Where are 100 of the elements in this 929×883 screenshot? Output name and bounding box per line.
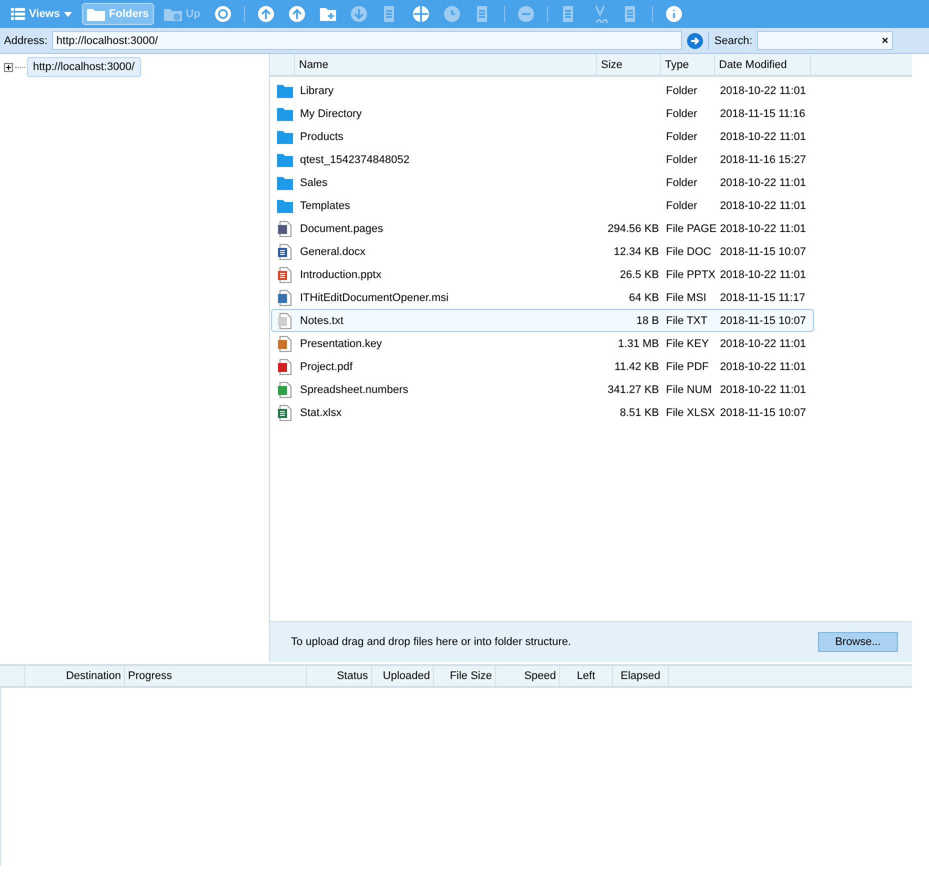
file-name: Project.pdf	[299, 360, 354, 372]
file-type: File MSI	[665, 292, 708, 304]
clear-search-button[interactable]: ×	[878, 34, 892, 46]
column-header[interactable]: Status	[307, 666, 372, 686]
file-name: Templates	[299, 200, 352, 212]
file-modified: 2018-11-16 15:27	[719, 154, 808, 166]
file-type: Folder	[665, 108, 698, 120]
file-modified: 2018-11-15 10:07	[719, 246, 808, 258]
file-modified: 2018-10-22 11:01	[719, 200, 808, 212]
file-icon	[276, 266, 292, 282]
file-size: 18 B	[636, 314, 659, 326]
file-row[interactable]: Presentation.key 1.31 MB File KEY 2018-10-22 11:01	[271, 332, 814, 355]
browse-button[interactable]: Browse...	[818, 632, 898, 652]
file-type: Folder	[665, 176, 698, 188]
expand-icon[interactable]	[4, 62, 13, 72]
address-field[interactable]: http://localhost:3000/	[52, 31, 682, 50]
file-icon	[276, 358, 292, 374]
folder-icon	[276, 106, 292, 120]
file-type: Folder	[665, 200, 698, 212]
file-icon	[276, 336, 292, 352]
file-row[interactable]: Library Folder 2018-10-22 11:01	[271, 79, 814, 102]
file-row[interactable]: Spreadsheet.numbers 341.27 KB File NUM 2018-10-22 11:01	[271, 378, 814, 401]
file-type: File TXT	[665, 314, 708, 326]
file-name: Introduction.pptx	[299, 268, 382, 280]
column-header[interactable]: Elapsed	[613, 666, 669, 686]
file-modified: 2018-10-22 11:01	[719, 84, 808, 96]
folder-icon	[276, 84, 292, 98]
file-type: File PPTX	[665, 268, 717, 280]
file-icon	[276, 312, 292, 328]
file-modified: 2018-10-22 11:01	[719, 384, 808, 396]
folder-icon	[276, 152, 292, 166]
file-type: Folder	[665, 84, 698, 96]
file-row[interactable]: Products Folder 2018-10-22 11:01	[271, 125, 814, 148]
file-size: 341.27 KB	[608, 384, 659, 396]
file-type: File DOC	[665, 246, 712, 258]
file-size: 11.42 KB	[614, 360, 659, 372]
file-icon	[276, 220, 292, 236]
column-header[interactable]: Date Modified	[715, 54, 811, 75]
file-name: Document.pages	[299, 222, 384, 234]
file-name: Spreadsheet.numbers	[299, 384, 410, 396]
search-label: Search:	[714, 34, 752, 46]
file-modified: 2018-11-15 10:07	[719, 314, 808, 326]
file-name: General.docx	[299, 246, 366, 258]
file-row[interactable]: Sales Folder 2018-10-22 11:01	[271, 171, 814, 194]
file-row[interactable]: My Directory Folder 2018-11-15 11:16	[271, 102, 814, 125]
folder-icon	[276, 130, 292, 144]
file-modified: 2018-10-22 11:01	[719, 360, 808, 372]
file-name: Notes.txt	[299, 314, 344, 326]
file-size: 26.5 KB	[620, 268, 659, 280]
file-modified: 2018-11-15 10:07	[719, 406, 808, 418]
file-name: Sales	[299, 176, 329, 188]
file-row[interactable]: Stat.xlsx 8.51 KB File XLSX 2018-11-15 10:07	[271, 401, 814, 424]
file-name: ITHitEditDocumentOpener.msi	[299, 292, 450, 304]
file-row[interactable]: Introduction.pptx 26.5 KB File PPTX 2018-10-22 11:01	[271, 263, 814, 286]
file-type: File NUM	[665, 384, 713, 396]
file-modified: 2018-11-15 11:17	[719, 292, 806, 304]
file-modified: 2018-10-22 11:01	[719, 338, 808, 350]
file-row[interactable]: Templates Folder 2018-10-22 11:01	[271, 194, 814, 217]
file-icon	[276, 290, 292, 306]
file-row[interactable]: ITHitEditDocumentOpener.msi 64 KB File MSI 2018-11-15 11:17	[271, 286, 814, 309]
column-header[interactable]: Type	[661, 54, 715, 75]
file-name: Stat.xlsx	[299, 406, 343, 418]
file-modified: 2018-10-22 11:01	[719, 268, 808, 280]
file-icon	[276, 244, 292, 260]
selected-row[interactable]: Notes.txt 18 B File TXT 2018-11-15 10:07	[271, 309, 814, 332]
file-type: File PDF	[665, 360, 710, 372]
file-type: Folder	[665, 154, 698, 166]
file-size: 294.56 KB	[608, 222, 659, 234]
column-header[interactable]: File Size	[434, 666, 496, 686]
file-modified: 2018-11-15 11:16	[719, 108, 806, 120]
file-modified: 2018-10-22 11:01	[719, 130, 808, 142]
list-icon	[11, 8, 25, 20]
column-header[interactable]: Progress	[125, 666, 307, 686]
column-header[interactable]: Size	[597, 54, 661, 75]
file-row[interactable]: Document.pages 294.56 KB File PAGE 2018-10-22 11:01	[271, 217, 814, 240]
file-name: Library	[299, 84, 335, 96]
column-header[interactable]: Destination	[25, 666, 125, 686]
file-size: 1.31 MB	[618, 338, 659, 350]
folder-icon	[164, 7, 182, 21]
search-field[interactable]: ×	[757, 31, 894, 50]
file-row[interactable]: Project.pdf 11.42 KB File PDF 2018-10-22 11:01	[271, 355, 814, 378]
file-size: 64 KB	[629, 292, 659, 304]
tree-item[interactable]: http://localhost:3000/	[27, 57, 141, 77]
folder-icon	[276, 176, 292, 190]
file-row[interactable]: qtest_1542374848052 Folder 2018-11-16 15:27	[271, 148, 814, 171]
file-modified: 2018-10-22 11:01	[719, 222, 808, 234]
column-header[interactable]: Left	[560, 666, 613, 686]
file-row[interactable]: General.docx 12.34 KB File DOC 2018-11-15 10:07	[271, 240, 814, 263]
column-header[interactable]: Name	[295, 54, 597, 75]
file-size: 12.34 KB	[614, 246, 659, 258]
upload-drop-zone[interactable]: To upload drag and drop files here or into folder structure. Browse...	[270, 621, 912, 662]
address-label: Address:	[4, 34, 48, 46]
column-header[interactable]: Speed	[496, 666, 560, 686]
file-type: File XLSX	[665, 406, 716, 418]
file-name: Products	[299, 130, 344, 142]
file-modified: 2018-10-22 11:01	[719, 176, 808, 188]
caret-icon	[64, 12, 72, 16]
file-name: Presentation.key	[299, 338, 383, 350]
column-header[interactable]: Uploaded	[372, 666, 434, 686]
file-size: 8.51 KB	[620, 406, 659, 418]
